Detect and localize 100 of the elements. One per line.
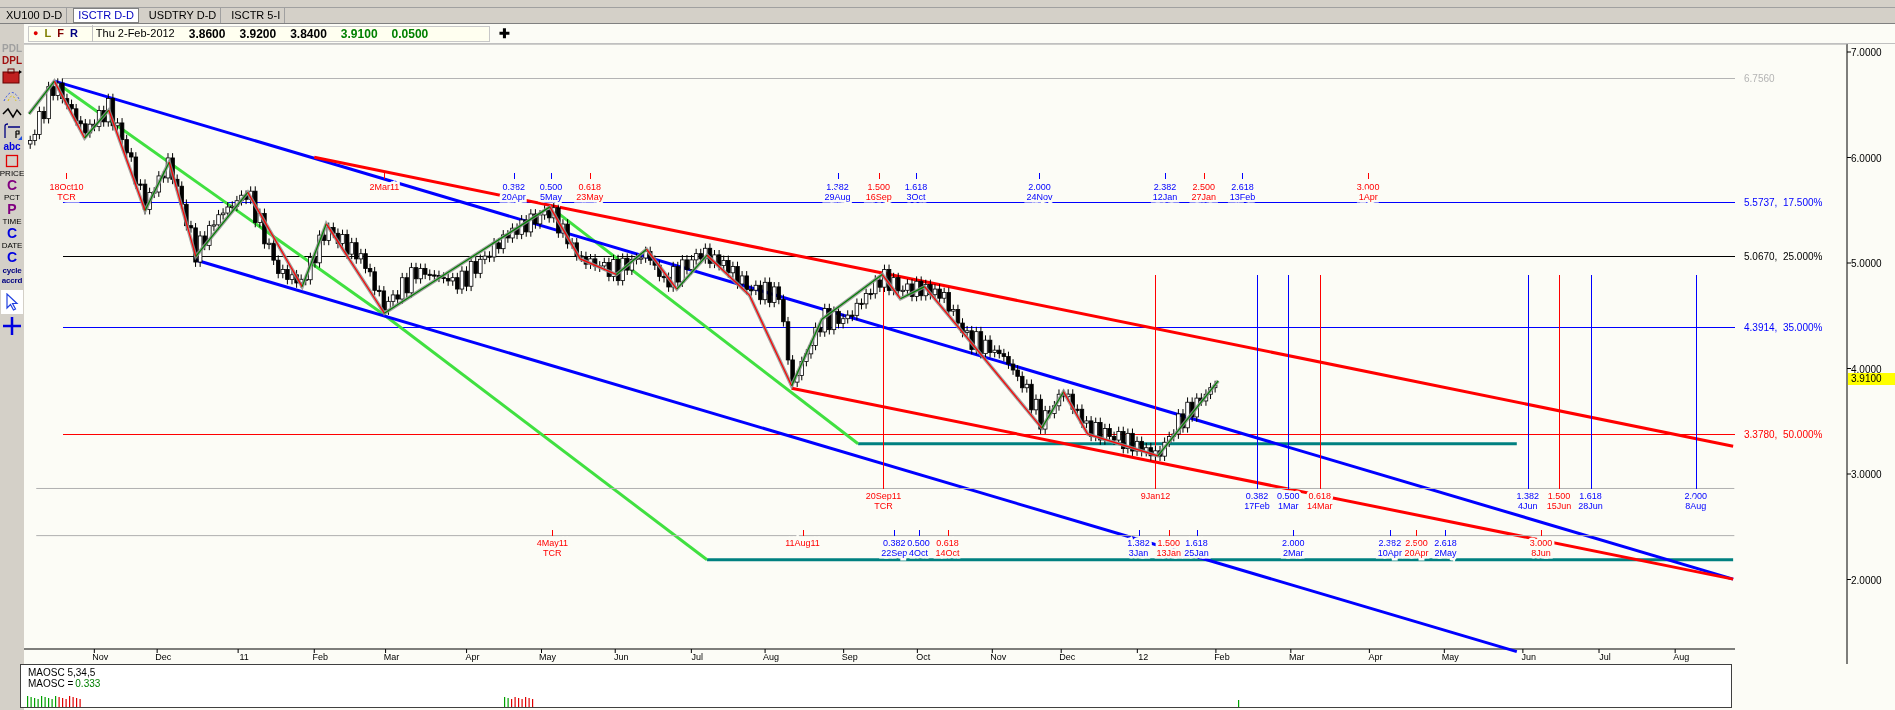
axis-label: 6.0000 [1851, 152, 1882, 164]
price-value: 3.9200 [239, 25, 277, 43]
time-label: 2Mar11 [369, 181, 400, 192]
tool-button[interactable]: TIME C [0, 218, 24, 240]
axis-label: Feb [312, 652, 329, 662]
axis-label: Sep [841, 652, 858, 662]
tool-button[interactable]: abc [0, 142, 24, 152]
time-label: 2.382 [1378, 538, 1402, 549]
time-label: 8Jun [1531, 548, 1551, 559]
toolbar-letter[interactable]: L [44, 28, 52, 39]
time-label: 23May [576, 191, 604, 202]
toolbar-letter[interactable]: F [57, 28, 64, 39]
time-label: 11Aug11 [785, 538, 820, 549]
time-label: 27Jan [1191, 191, 1217, 202]
axis-label: Mar [383, 652, 400, 662]
tool-button[interactable]: PCT P [0, 194, 24, 216]
time-label: 16Sep [865, 191, 892, 202]
time-label: 14Oct [935, 548, 960, 559]
time-label: 0.618 [1308, 491, 1332, 502]
time-label: 3Oct [906, 191, 926, 202]
time-label: 1.382 [1516, 491, 1539, 502]
tab[interactable]: USDTRY D-D [144, 8, 222, 23]
axis-label: May [1441, 652, 1459, 662]
axis-label: 5.0000 [1851, 258, 1882, 269]
time-label: 0.500 [539, 181, 563, 192]
tool-button[interactable]: cycle accrd [0, 266, 24, 286]
pointer-tool-button[interactable] [1, 290, 23, 314]
time-label: 25Jan [1184, 548, 1209, 559]
level-label: 5.5737, 17.500% [1744, 197, 1823, 209]
tab[interactable]: ISCTR 5-I [227, 8, 286, 23]
time-label: 4Jun [1517, 501, 1538, 512]
time-label: 20Apr [1404, 548, 1429, 559]
tool-button[interactable]: DPL [0, 56, 24, 66]
axis-label: Aug [1673, 652, 1690, 662]
oscillator-value: 0.333 [75, 678, 101, 689]
time-label: 28Jun [1578, 501, 1603, 512]
time-label: 24Nov [1026, 191, 1053, 202]
time-label: 1.500 [1547, 491, 1571, 502]
axis-label: Oct [916, 652, 931, 662]
fibonacci-icon[interactable] [2, 122, 22, 140]
time-label: 2.618 [1434, 538, 1457, 549]
price-value: 3.9100 [340, 25, 378, 43]
time-label: 2.000 [1028, 181, 1051, 192]
time-label: 1.382 [826, 181, 849, 192]
axis-label: 11 [239, 652, 249, 662]
tab[interactable]: XU100 D-D [2, 8, 68, 23]
axis-label: 12 [1138, 652, 1149, 662]
price-value: 3.8400 [290, 25, 327, 43]
axis-label: Jun [1521, 652, 1537, 662]
time-label: 3.000 [1356, 181, 1380, 192]
time-label: TCR [57, 191, 76, 202]
time-label: 2.500 [1405, 538, 1428, 549]
time-label: 4Oct [909, 548, 929, 559]
price-value: 0.0500 [391, 25, 429, 43]
time-label: 0.618 [578, 181, 602, 192]
toolbox-icon[interactable] [2, 68, 22, 84]
axis-label: Jun [613, 652, 629, 662]
price-value: 3.8600 [188, 25, 226, 43]
time-label: 0.618 [936, 538, 959, 549]
time-label: 9Jan12 [1140, 491, 1171, 502]
add-button[interactable]: ✚ [499, 27, 510, 40]
time-label: 1.618 [904, 181, 928, 192]
axis-label: Nov [92, 652, 109, 662]
time-label: 0.500 [907, 538, 930, 549]
axis-label: 4.0000 [1851, 363, 1882, 375]
time-label: 14Mar [1307, 501, 1333, 512]
axis-label: Apr [465, 652, 480, 662]
tool-button[interactable]: PRICE C [0, 170, 24, 192]
axis-label: Aug [763, 652, 780, 662]
tool-button[interactable]: DATE C [0, 242, 24, 264]
time-label: 13Feb [1229, 191, 1256, 202]
axis-label: Dec [155, 652, 172, 662]
time-label: 2.000 [1281, 538, 1305, 549]
tab[interactable]: ISCTR D-D [73, 8, 139, 23]
status-dot: ● [33, 26, 39, 40]
time-label: 0.500 [1277, 491, 1300, 502]
axis-label: Dec [1059, 652, 1076, 662]
crosshair-icon[interactable] [2, 316, 22, 336]
time-label: 22Sep [881, 548, 908, 559]
time-label: 3.000 [1529, 538, 1553, 549]
oscillator-title: MAOSC 5,34,5 [28, 667, 96, 678]
time-label: 3Jan [1128, 548, 1149, 559]
time-label: 1.500 [867, 181, 890, 192]
time-label: 8Aug [1685, 501, 1707, 512]
axis-label: Nov [990, 652, 1007, 662]
level-label: 4.3914, 35.000% [1744, 322, 1823, 334]
time-label: 10Apr [1377, 548, 1402, 559]
time-label: 0.382 [883, 538, 906, 549]
time-label: 2.618 [1231, 181, 1254, 192]
toolbar-letter[interactable]: R [69, 28, 78, 39]
time-label: 20Sep11 [865, 491, 902, 502]
time-label: TCR [543, 548, 562, 559]
level-label: 3.3780, 50.000% [1744, 429, 1823, 441]
time-label: 2May [1434, 548, 1457, 559]
time-label: 13Jan [1156, 548, 1181, 559]
rectangle-icon[interactable] [5, 154, 19, 168]
axis-label: Mar [1289, 652, 1305, 662]
axis-label: 2.0000 [1851, 574, 1882, 586]
time-label: 2.000 [1684, 491, 1707, 502]
time-label: TCR [874, 501, 893, 512]
